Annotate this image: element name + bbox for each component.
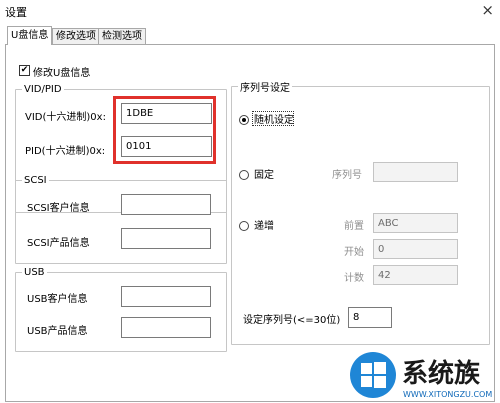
tab-modify-options[interactable]: 修改选项 (52, 28, 100, 44)
window-close-icon[interactable]: × (481, 1, 494, 19)
serial-random-label[interactable]: 随机设定 (254, 111, 294, 126)
scsi-product-input[interactable] (121, 228, 211, 249)
modify-info-checkbox[interactable]: ✔ (19, 65, 30, 76)
serial-count-input[interactable] (373, 265, 458, 285)
usb-vendor-input[interactable] (121, 286, 211, 307)
scsi-product-label: SCSI产品信息 (27, 238, 90, 249)
serial-number-input[interactable] (373, 162, 458, 182)
scsi-vendor-label: SCSI客户信息 (27, 203, 90, 214)
serial-legend: 序列号设定 (240, 83, 290, 94)
scsi-legend: SCSI (24, 175, 47, 186)
watermark: 系统族 WWW.XITONGZU.COM (350, 350, 500, 403)
radio-selected-dot (242, 118, 246, 122)
usb-vendor-label: USB客户信息 (27, 294, 88, 305)
usb-product-input[interactable] (121, 317, 211, 338)
serial-prefix-label: 前置 (344, 221, 364, 232)
scsi-vendor-input[interactable] (121, 194, 211, 215)
watermark-url: WWW.XITONGZU.COM (403, 390, 493, 399)
serial-start-label: 开始 (344, 247, 364, 258)
usb-legend: USB (24, 267, 45, 278)
tab-panel-u-disk-info: ✔ 修改U盘信息 VID/PID VID(十六进制)0x: PID(十六进制)0… (5, 44, 495, 402)
serial-length-input[interactable] (348, 307, 392, 328)
watermark-brand: 系统族 (402, 359, 481, 389)
vid-label: VID(十六进制)0x: (25, 112, 106, 123)
serial-fixed-label[interactable]: 固定 (254, 166, 274, 181)
scsi-group: SCSI (15, 175, 227, 264)
serial-count-label: 计数 (344, 273, 364, 284)
annotation-highlight-box (113, 96, 216, 164)
vidpid-legend: VID/PID (24, 84, 62, 95)
serial-prefix-input[interactable] (373, 213, 458, 233)
serial-number-label: 序列号 (332, 170, 362, 181)
serial-increment-radio[interactable] (239, 221, 249, 231)
serial-start-input[interactable] (373, 239, 458, 259)
title-bar: 设置 × (0, 0, 500, 24)
pid-label: PID(十六进制)0x: (25, 146, 106, 157)
usb-group: USB (15, 267, 227, 352)
serial-random-radio[interactable] (239, 115, 249, 125)
serial-increment-label[interactable]: 递增 (254, 217, 274, 232)
windows-logo-icon (350, 352, 396, 398)
tab-u-disk-info[interactable]: U盘信息 (7, 26, 53, 45)
tab-check-options[interactable]: 检测选项 (98, 28, 146, 44)
tab-bar: U盘信息 修改选项 检测选项 (0, 25, 500, 45)
window-title: 设置 (5, 6, 27, 19)
modify-info-label[interactable]: 修改U盘信息 (33, 64, 90, 79)
usb-product-label: USB产品信息 (27, 326, 88, 337)
serial-length-label: 设定序列号(<=30位) (243, 315, 341, 326)
serial-fixed-radio[interactable] (239, 170, 249, 180)
